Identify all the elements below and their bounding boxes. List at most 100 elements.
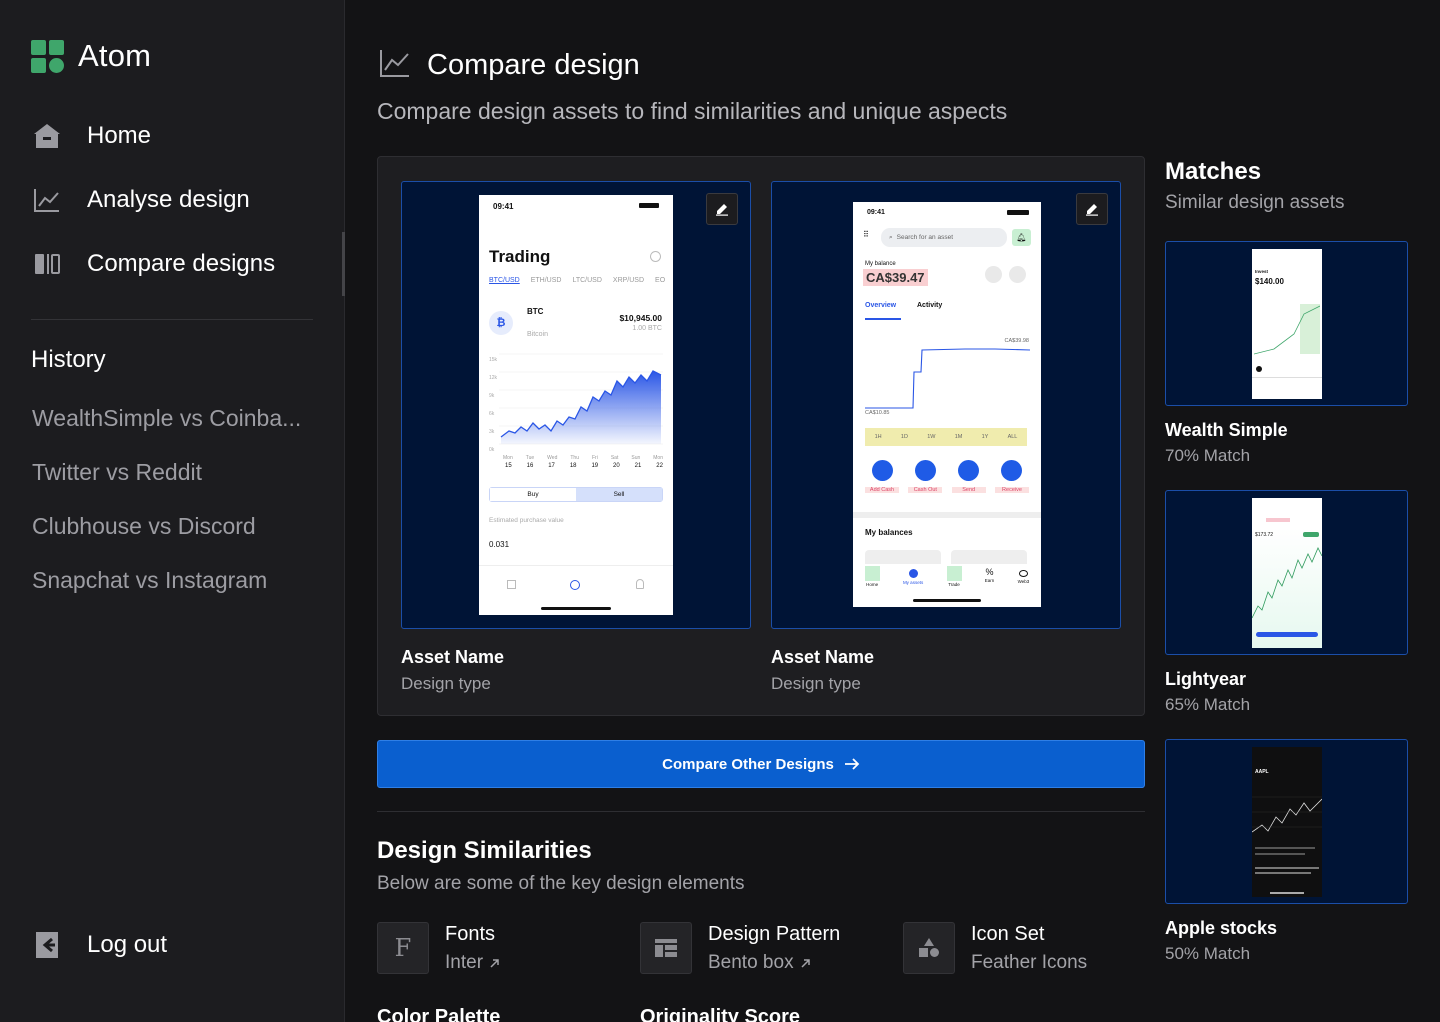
pencil-icon: [1086, 204, 1098, 216]
originality-score-title: Originality Score: [640, 1006, 801, 1022]
coin-amount: 1.00 BTC: [632, 325, 662, 332]
edit-button[interactable]: [706, 193, 738, 225]
tab-activity[interactable]: Activity: [917, 302, 942, 309]
bottom-nav-home[interactable]: Home: [864, 564, 880, 594]
similarities-subtitle: Below are some of the key design element…: [377, 873, 745, 894]
main-nav: Home Analyse design Compare designs: [31, 104, 345, 296]
grid-icon[interactable]: [507, 580, 516, 589]
menu-icon[interactable]: ⠿: [863, 231, 872, 242]
phone-mockup-wallet: 09:41 ⠿ ⌕ Search for an asset 🔔︎ My bala…: [853, 202, 1041, 607]
match-name: Wealth Simple: [1165, 420, 1288, 440]
profile-icon[interactable]: [636, 579, 644, 589]
range-option[interactable]: 1D: [901, 434, 908, 440]
asset-preview-1[interactable]: 09:41 Trading BTC/USD ETH/USD LTC/USD XR…: [401, 181, 751, 629]
similarity-label: Icon Set: [971, 923, 1045, 945]
range-selector: 1H 1D 1W 1M 1Y ALL: [865, 428, 1027, 446]
compare-other-designs-button[interactable]: Compare Other Designs: [377, 740, 1145, 788]
bank-icon: [871, 460, 893, 481]
balance-chart: [865, 348, 1030, 409]
logout-button[interactable]: Log out: [31, 913, 167, 977]
search-input[interactable]: ⌕ Search for an asset: [881, 228, 1007, 247]
range-option[interactable]: 1M: [955, 434, 963, 440]
balance-card[interactable]: [951, 550, 1027, 564]
layout-icon: [640, 922, 692, 974]
range-option[interactable]: 1Y: [982, 434, 989, 440]
phone-mockup-trading: 09:41 Trading BTC/USD ETH/USD LTC/USD XR…: [479, 195, 673, 615]
status-icons: [639, 203, 659, 208]
pencil-icon: [716, 204, 728, 216]
tab-overview[interactable]: Overview: [865, 302, 896, 309]
pair-tab[interactable]: LTC/USD: [572, 277, 601, 284]
chart-icon: [31, 184, 63, 216]
range-option[interactable]: 1H: [875, 434, 882, 440]
coin-price: $10,945.00: [619, 313, 662, 323]
similarity-link[interactable]: Inter: [445, 952, 500, 974]
coin-name: Bitcoin: [527, 331, 549, 338]
nav-label-analyse-design: Analyse design: [87, 186, 250, 213]
page-header: Compare design: [379, 48, 640, 83]
history-item[interactable]: Clubhouse vs Discord: [32, 499, 322, 553]
range-option[interactable]: ALL: [1008, 434, 1018, 440]
pair-tab[interactable]: ETH/USD: [531, 277, 562, 284]
nav-item-analyse-design[interactable]: Analyse design: [31, 168, 345, 232]
pair-tab[interactable]: XRP/USD: [613, 277, 644, 284]
balances-section-title: My balances: [865, 528, 913, 537]
settings-icon[interactable]: [650, 251, 661, 262]
shapes-icon: [903, 922, 955, 974]
info-icon[interactable]: [985, 266, 1002, 283]
pair-tab[interactable]: BTC/USD: [489, 277, 520, 284]
match-thumbnail[interactable]: Invest $140.00: [1165, 241, 1408, 406]
search-placeholder: Search for an asset: [896, 234, 954, 241]
bell-icon[interactable]: 🔔︎: [1012, 229, 1031, 246]
similarity-fonts: F Fonts Inter: [377, 922, 640, 974]
edit-button[interactable]: [1076, 193, 1108, 225]
match-card-apple-stocks[interactable]: AAPL Apple stocks 50% Match: [1165, 739, 1408, 964]
mini-phone: $173.72: [1252, 498, 1322, 648]
asset-name: Asset Name: [771, 647, 875, 667]
bottom-nav-earn[interactable]: % Earn: [985, 564, 995, 594]
brand[interactable]: Atom: [31, 38, 151, 74]
status-time: 09:41: [493, 202, 514, 211]
share-icon[interactable]: [1009, 266, 1026, 283]
status-icons: [1007, 210, 1029, 215]
similarity-label: Fonts: [445, 923, 496, 945]
trade-icon[interactable]: [570, 580, 580, 590]
history-item[interactable]: Snapchat vs Instagram: [32, 553, 322, 607]
bitcoin-icon: ₿: [489, 311, 513, 335]
history-item[interactable]: WealthSimple vs Coinba...: [32, 391, 322, 445]
asset-preview-2[interactable]: 09:41 ⠿ ⌕ Search for an asset 🔔︎ My bala…: [771, 181, 1121, 629]
matches-subtitle: Similar design assets: [1165, 192, 1345, 213]
match-card-lightyear[interactable]: $173.72 Lightyear 65% Match: [1165, 490, 1408, 715]
range-option[interactable]: 1W: [927, 434, 935, 440]
sell-button[interactable]: Sell: [576, 488, 662, 501]
cash-icon: [914, 460, 936, 481]
add-cash-button[interactable]: Add Cash: [865, 460, 899, 493]
similarities-list: F Fonts Inter Design Pattern Bento box I…: [377, 922, 1166, 974]
cta-label: Compare Other Designs: [662, 755, 834, 773]
estimate-value[interactable]: 0.031: [489, 540, 509, 549]
match-thumbnail[interactable]: $173.72: [1165, 490, 1408, 655]
match-thumbnail[interactable]: AAPL: [1165, 739, 1408, 904]
bottom-nav-trade[interactable]: Trade: [946, 564, 962, 594]
nav-item-compare-designs[interactable]: Compare designs: [31, 232, 345, 296]
buy-button[interactable]: Buy: [490, 488, 576, 501]
mini-phone: Invest $140.00: [1252, 249, 1322, 399]
match-card-wealth-simple[interactable]: Invest $140.00 Wealth Simple 70% Match: [1165, 241, 1408, 466]
bottom-nav-web3[interactable]: Web3: [1018, 564, 1029, 594]
app-root: Atom Home Analyse design Compare designs: [0, 0, 1440, 1022]
home-icon: [31, 120, 63, 152]
pair-tab[interactable]: EO: [655, 277, 665, 284]
font-icon: F: [377, 922, 429, 974]
history-item[interactable]: Twitter vs Reddit: [32, 445, 322, 499]
bottom-nav-assets[interactable]: My assets: [903, 564, 923, 594]
matches-title: Matches: [1165, 158, 1262, 185]
send-button[interactable]: Send: [951, 460, 986, 493]
section-divider: [377, 811, 1145, 812]
cash-out-button[interactable]: Cash Out: [908, 460, 943, 493]
similarity-link[interactable]: Bento box: [708, 952, 840, 974]
similarity-icon-set: Icon Set Feather Icons: [903, 922, 1166, 974]
balance-card[interactable]: [865, 550, 941, 564]
receive-button[interactable]: Receive: [994, 460, 1029, 493]
history-title: History: [31, 346, 106, 373]
nav-item-home[interactable]: Home: [31, 104, 345, 168]
